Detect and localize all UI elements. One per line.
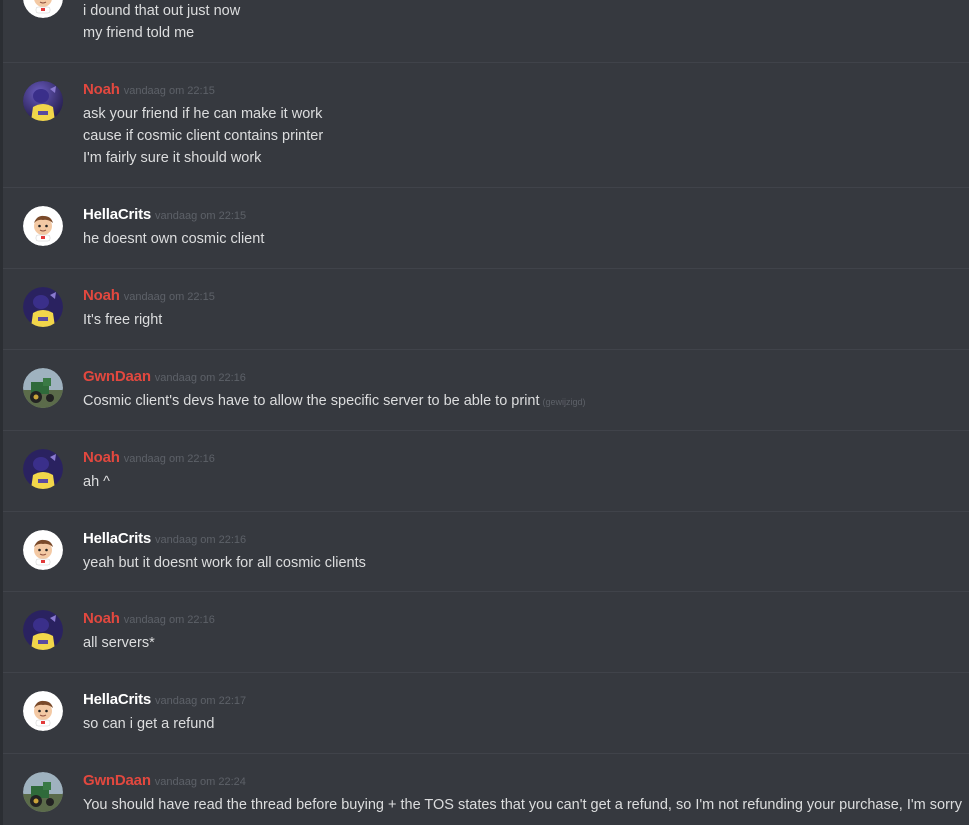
message-group: GwnDaan vandaag om 22:16 Cosmic client's … (3, 349, 969, 430)
message-lines: You should have read the thread before b… (83, 794, 962, 816)
message-line: all servers* (83, 635, 155, 651)
message-header: HellaCrits vandaag om 22:17 (83, 691, 246, 709)
message-timestamp: vandaag om 22:15 (123, 291, 215, 303)
message-lines: he doesnt own cosmic client (83, 228, 959, 250)
message-text: Cosmic client's devs have to allow the s… (83, 393, 540, 409)
avatar[interactable] (23, 691, 63, 731)
message-group: HellaCrits vandaag om 22:16 yeah but it d… (3, 511, 969, 591)
noah-avatar-icon (23, 81, 63, 121)
message-list: i dound that out just now my friend told… (3, 0, 969, 825)
avatar[interactable] (23, 610, 63, 650)
message-line: cause if cosmic client contains printer (83, 128, 324, 144)
avatar[interactable] (23, 287, 63, 327)
message-line: ah ^ (83, 474, 110, 490)
author-name[interactable]: GwnDaan (83, 772, 151, 789)
message-line: Cosmic client's devs have to allow the s… (83, 390, 959, 412)
avatar[interactable] (23, 81, 63, 121)
message-group: HellaCrits vandaag om 22:17 so can i get … (3, 672, 969, 753)
avatar[interactable] (23, 772, 63, 812)
author-name[interactable]: Noah (83, 81, 120, 98)
message-line: I'm fairly sure it should work (83, 150, 262, 166)
hellacrits-avatar-icon (23, 0, 63, 18)
avatar[interactable] (23, 530, 63, 570)
message-lines: It's free right (83, 309, 959, 331)
message-group: Noah vandaag om 22:16 ah ^ (3, 430, 969, 511)
message-timestamp: vandaag om 22:15 (123, 85, 215, 97)
message-lines: so can i get a refund (83, 713, 959, 735)
message-timestamp: vandaag om 22:16 (155, 534, 247, 546)
hellacrits-avatar-icon (23, 691, 63, 731)
hellacrits-avatar-icon (23, 530, 63, 570)
noah-avatar-icon (23, 449, 63, 489)
message-header: Noah vandaag om 22:15 (83, 287, 215, 305)
gwndaan-avatar-icon (23, 368, 63, 408)
message-timestamp: vandaag om 22:17 (155, 695, 247, 707)
message-group: HellaCrits vandaag om 22:15 he doesnt own… (3, 187, 969, 268)
author-name[interactable]: Noah (83, 287, 120, 304)
message-header: GwnDaan vandaag om 22:16 (83, 368, 246, 386)
message-line: my friend told me (83, 25, 195, 41)
avatar[interactable] (23, 0, 63, 18)
message-line: ask your friend if he can make it work (83, 106, 323, 122)
message-header: HellaCrits vandaag om 22:15 (83, 206, 246, 224)
message-timestamp: vandaag om 22:16 (123, 614, 215, 626)
message-header: Noah vandaag om 22:16 (83, 610, 215, 628)
author-name[interactable]: GwnDaan (83, 368, 151, 385)
message-line: so can i get a refund (83, 716, 215, 732)
message-header: GwnDaan vandaag om 22:24 (83, 772, 246, 790)
message-line: You should have read the thread before b… (83, 797, 962, 813)
noah-avatar-icon (23, 610, 63, 650)
author-name[interactable]: Noah (83, 449, 120, 466)
message-timestamp: vandaag om 22:24 (154, 776, 246, 788)
message-lines: all servers* (83, 632, 959, 654)
message-lines: yeah but it doesnt work for all cosmic c… (83, 552, 959, 574)
message-group: Noah vandaag om 22:15 ask your friend if … (3, 62, 969, 187)
message-timestamp: vandaag om 22:15 (155, 210, 247, 222)
message-group: Noah vandaag om 22:15 It's free right (3, 268, 969, 349)
edited-label: (gewijzigd) (542, 397, 586, 407)
message-group: i dound that out just now my friend told… (3, 0, 969, 62)
message-header: Noah vandaag om 22:15 (83, 81, 215, 99)
avatar[interactable] (23, 206, 63, 246)
message-line: he doesnt own cosmic client (83, 231, 265, 247)
message-lines: i dound that out just now my friend told… (83, 0, 959, 44)
message-lines: ah ^ (83, 471, 959, 493)
avatar[interactable] (23, 368, 63, 408)
message-header: HellaCrits vandaag om 22:16 (83, 530, 246, 548)
hellacrits-avatar-icon (23, 206, 63, 246)
message-line: yeah but it doesnt work for all cosmic c… (83, 555, 366, 571)
gwndaan-avatar-icon (23, 772, 63, 812)
author-name[interactable]: HellaCrits (83, 691, 151, 708)
author-name[interactable]: Noah (83, 610, 120, 627)
message-lines: ask your friend if he can make it work c… (83, 103, 959, 169)
message-header: Noah vandaag om 22:16 (83, 449, 215, 467)
author-name[interactable]: HellaCrits (83, 530, 151, 547)
message-timestamp: vandaag om 22:16 (123, 453, 215, 465)
message-timestamp: vandaag om 22:16 (154, 372, 246, 384)
avatar[interactable] (23, 449, 63, 489)
message-group: Noah vandaag om 22:16 all servers* (3, 591, 969, 672)
message-group: GwnDaan vandaag om 22:24 You should have … (3, 753, 969, 825)
message-line: i dound that out just now (83, 3, 241, 19)
message-line: It's free right (83, 312, 163, 328)
author-name[interactable]: HellaCrits (83, 206, 151, 223)
noah-avatar-icon (23, 287, 63, 327)
message-lines: Cosmic client's devs have to allow the s… (83, 390, 959, 412)
